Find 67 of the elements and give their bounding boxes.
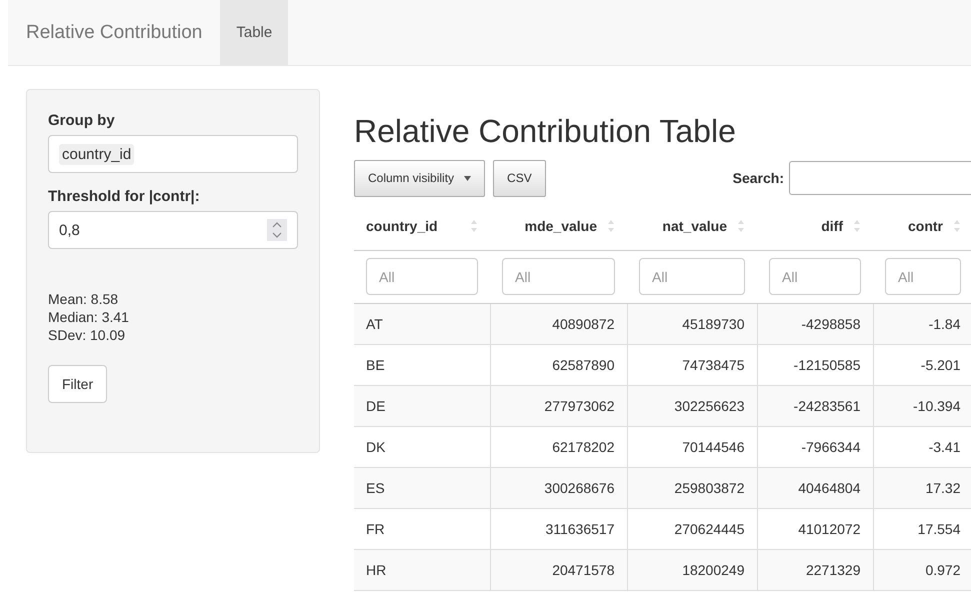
- group-by-select[interactable]: country_id: [48, 135, 298, 173]
- column-header[interactable]: diff: [821, 218, 843, 234]
- search-label: Search:: [732, 170, 784, 186]
- table-cell: AT: [366, 316, 383, 332]
- table-cell: 270624445: [674, 520, 744, 536]
- caret-icon: [464, 176, 472, 180]
- nav-tab[interactable]: Table: [220, 0, 288, 65]
- table-cell: 302256623: [674, 398, 744, 414]
- table-cell: 0.972: [925, 562, 960, 578]
- table-cell: 2271329: [806, 562, 860, 578]
- table-cell: 300268676: [544, 480, 614, 496]
- filter-button[interactable]: Filter: [48, 365, 108, 403]
- table-cell: 259803872: [674, 480, 744, 496]
- table-cell: HR: [366, 562, 386, 578]
- column-header[interactable]: contr: [908, 218, 943, 234]
- column-header[interactable]: country_id: [366, 218, 438, 234]
- sort-icon[interactable]: [607, 218, 615, 234]
- table-cell: 40464804: [798, 480, 860, 496]
- table-cell: 17.32: [925, 480, 960, 496]
- table-cell: 18200249: [682, 562, 744, 578]
- brand-title[interactable]: Relative Contribution: [8, 0, 220, 65]
- table-cell: 62587890: [552, 356, 614, 372]
- column-filter-input[interactable]: All: [639, 258, 745, 295]
- column-filter-input[interactable]: All: [366, 258, 478, 295]
- table-cell: 17.554: [918, 520, 960, 536]
- stat-text: Median: 3.41: [48, 309, 130, 325]
- table-cell: 277973062: [544, 398, 614, 414]
- table-cell: -4298858: [801, 316, 860, 332]
- table-cell: 311636517: [545, 520, 614, 536]
- table-cell: -10.394: [913, 398, 960, 414]
- table-cell: 40890872: [552, 316, 614, 332]
- table-cell: -5.201: [920, 356, 960, 372]
- table-cell: -12150585: [794, 356, 860, 372]
- stat-text: SDev: 10.09: [48, 327, 126, 343]
- column-filter-input[interactable]: All: [769, 258, 861, 295]
- sort-icon[interactable]: [853, 218, 861, 234]
- threshold-input[interactable]: 0,8: [48, 211, 298, 249]
- spinner-icon[interactable]: [267, 219, 287, 241]
- table-cell: FR: [366, 520, 385, 536]
- search-field[interactable]: [789, 161, 971, 195]
- table-cell: DE: [366, 398, 386, 414]
- column-filter-input[interactable]: All: [502, 258, 615, 295]
- csv-button[interactable]: CSV: [493, 160, 546, 196]
- table-cell: -3.41: [928, 438, 960, 454]
- column-header[interactable]: mde_value: [524, 218, 597, 234]
- table-cell: ES: [366, 480, 385, 496]
- table-cell: 20471578: [552, 562, 614, 578]
- table-cell: -24283561: [794, 398, 860, 414]
- table-cell: 70144546: [682, 438, 744, 454]
- column-header[interactable]: nat_value: [662, 218, 727, 234]
- stat-text: Mean: 8.58: [48, 291, 120, 307]
- table-cell: 45189730: [682, 316, 744, 332]
- table-cell: 74738475: [682, 356, 744, 372]
- table-cell: BE: [366, 356, 385, 372]
- table-cell: 62178202: [552, 438, 614, 454]
- column-filter-input[interactable]: All: [885, 258, 961, 295]
- page-title: Relative Contribution Table: [354, 113, 737, 150]
- table-cell: -1.84: [928, 316, 960, 332]
- column-visibility-dropdown[interactable]: Column visibility: [354, 160, 486, 196]
- field-label: Threshold for |contr|:: [48, 188, 201, 205]
- table-cell: DK: [366, 438, 386, 454]
- sort-icon[interactable]: [953, 218, 961, 234]
- sort-icon[interactable]: [470, 218, 478, 234]
- sort-icon[interactable]: [737, 218, 745, 234]
- table-cell: 41012072: [798, 520, 860, 536]
- field-label: Group by: [48, 112, 116, 129]
- table-cell: -7966344: [801, 438, 860, 454]
